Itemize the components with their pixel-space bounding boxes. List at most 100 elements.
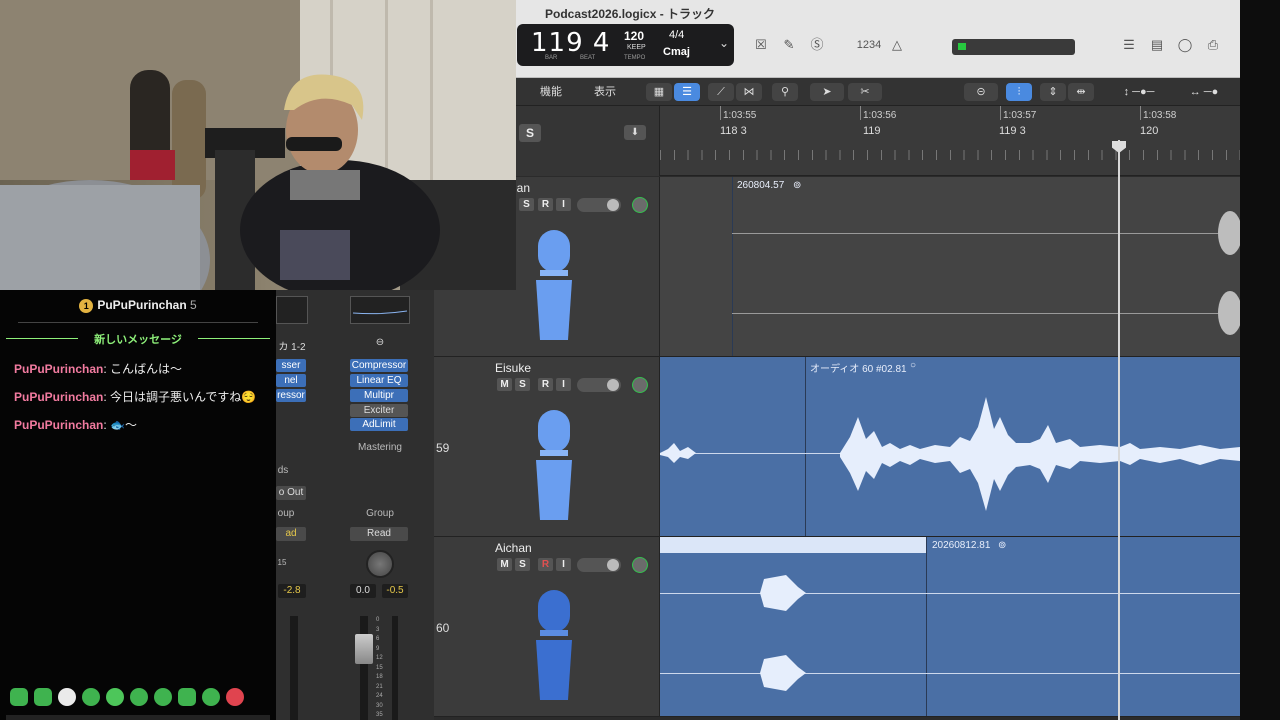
vertical-zoom-slider[interactable]: ↕ ─●─ [1104, 83, 1174, 101]
eq-thumbnail[interactable] [276, 296, 308, 324]
region-label: オーディオ 60 #02.81 [810, 364, 907, 375]
catch-icon[interactable]: ⚲ [772, 83, 798, 101]
global-solo-button[interactable]: S [519, 124, 541, 142]
chat-message: PuPuPurinchan: こんばんは〜 [14, 362, 183, 376]
track-on-toggle[interactable] [577, 558, 621, 572]
metronome-icon[interactable]: △ [888, 36, 906, 54]
chat-user[interactable]: PuPuPurinchan [14, 362, 103, 376]
emote-icon[interactable] [106, 688, 124, 706]
mute-button[interactable]: M [497, 378, 512, 391]
horizontal-zoom-icon[interactable]: ⇹ [1068, 83, 1094, 101]
input-monitor-button[interactable]: I [556, 198, 571, 211]
record-button[interactable]: R [538, 198, 553, 211]
plugin-slot[interactable]: ressor [276, 389, 306, 402]
emote-icon[interactable] [178, 688, 196, 706]
playhead[interactable] [1118, 140, 1120, 720]
emote-icon[interactable] [202, 688, 220, 706]
plugin-slot[interactable]: Multipr [350, 389, 408, 402]
input-slot[interactable]: カ 1-2 [276, 338, 308, 353]
flex-icon[interactable]: ⋈ [736, 83, 762, 101]
record-button[interactable]: R [538, 558, 553, 571]
menu-view[interactable]: 表示 [594, 83, 616, 101]
track-lane[interactable]: 260804.57 ⊚ [660, 177, 1240, 357]
automation-icon[interactable]: ⟋ [708, 83, 734, 101]
pan-knob[interactable] [366, 550, 394, 578]
chevron-down-icon[interactable]: ⌄ [719, 36, 729, 50]
plugin-slot[interactable]: Compressor [350, 359, 408, 372]
solo-button[interactable]: S [519, 198, 534, 211]
chat-input[interactable] [6, 715, 270, 720]
lcd-tempo-mode: KEEP [627, 44, 646, 51]
more-icon[interactable]: ⊝ [964, 83, 998, 101]
input-monitor-button[interactable]: I [556, 378, 571, 391]
output-slot[interactable]: o Out [276, 486, 306, 500]
emote-icon[interactable] [34, 688, 52, 706]
track-name: Aichan [495, 541, 532, 555]
new-message-banner[interactable]: 新しいメッセージ [6, 331, 270, 347]
list-view-icon[interactable]: ☰ [674, 83, 700, 101]
automation-mode[interactable]: ad [276, 527, 306, 541]
chat-user[interactable]: PuPuPurinchan [14, 390, 103, 404]
link-icon[interactable]: ⊖ [371, 337, 389, 348]
input-monitor-button[interactable]: I [556, 558, 571, 571]
track-on-toggle[interactable] [577, 378, 621, 392]
waveform [660, 397, 1240, 511]
lcd-tempo: 120 [624, 29, 645, 43]
menu-function[interactable]: 機能 [540, 83, 562, 101]
plugin-slot[interactable]: AdLimit [350, 418, 408, 431]
emote-icon[interactable] [226, 688, 244, 706]
pencil-icon[interactable]: ✎ [780, 36, 798, 54]
emote-icon[interactable] [10, 688, 28, 706]
emote-icon[interactable] [154, 688, 172, 706]
loop-browser-icon[interactable]: ◯ [1176, 36, 1194, 54]
track-lane[interactable]: オーディオ 60 #02.81 ○ [660, 357, 1240, 537]
region-label: 20260812.81 [932, 540, 991, 551]
notes-icon[interactable]: ▤ [1148, 36, 1166, 54]
divider [18, 322, 258, 323]
horizontal-zoom-slider[interactable]: ↔ ─● [1174, 83, 1234, 101]
volume-fader[interactable] [290, 616, 298, 720]
solo-button[interactable]: S [515, 558, 530, 571]
waveform-zoom-icon[interactable]: ⫶ [1006, 83, 1032, 101]
record-button[interactable]: R [538, 378, 553, 391]
emote-icon[interactable] [130, 688, 148, 706]
grid-view-icon[interactable]: ▦ [646, 83, 672, 101]
ruler-bar: 119 3 [999, 125, 1026, 137]
track-header[interactable]: 59 Eisuke M S R I [434, 357, 660, 537]
fader-cap[interactable] [355, 634, 373, 664]
track-header[interactable]: 60 Aichan M S R I [434, 537, 660, 717]
add-track-icon[interactable]: ⬇ [624, 125, 646, 140]
plugin-slot[interactable]: nel EQ [276, 374, 306, 399]
level-meter [392, 616, 398, 720]
pan-knob[interactable] [630, 375, 650, 395]
solo-box-icon[interactable]: Ⓢ [808, 36, 826, 54]
mute-button[interactable]: M [497, 558, 512, 571]
pointer-tool-icon[interactable]: ➤ [810, 83, 844, 101]
timeline-ruler[interactable]: 1:03:55 1:03:56 1:03:57 1:03:58 118 3 11… [660, 106, 1240, 176]
browser-icon[interactable]: ⎙ [1204, 36, 1222, 54]
close-box-icon[interactable]: ☒ [752, 36, 770, 54]
emote-icon[interactable] [82, 688, 100, 706]
microphone-icon [536, 410, 572, 520]
chat-user[interactable]: PuPuPurinchan [14, 418, 103, 432]
eq-thumbnail[interactable] [350, 296, 410, 324]
volume-value: -2.8 [278, 584, 306, 598]
list-icon[interactable]: ☰ [1120, 36, 1138, 54]
pan-knob[interactable] [630, 555, 650, 575]
emote-icon[interactable] [58, 688, 76, 706]
track-lane[interactable]: 20260812.81 ⊚ [660, 537, 1240, 717]
solo-button[interactable]: S [515, 378, 530, 391]
track-on-toggle[interactable] [577, 198, 621, 212]
plugin-slot[interactable]: Exciter [350, 404, 408, 417]
volume-fader[interactable] [360, 616, 368, 720]
count-in-button[interactable]: 1234 [854, 36, 884, 54]
scissors-tool-icon[interactable]: ✂ [848, 83, 882, 101]
plugin-slot[interactable]: Linear EQ [350, 374, 408, 387]
pan-value: 0.0 [350, 584, 376, 598]
lcd-display[interactable]: 119 4 BAR BEAT 120 KEEP TEMPO 4/4 Cmaj ⌄ [517, 24, 734, 66]
vertical-zoom-icon[interactable]: ⇕ [1040, 83, 1066, 101]
pan-knob[interactable] [630, 195, 650, 215]
chat-text: 今日は調子悪いんですね😌 [110, 390, 257, 404]
plugin-slot[interactable]: sser [276, 359, 306, 372]
automation-mode[interactable]: Read [350, 527, 408, 541]
